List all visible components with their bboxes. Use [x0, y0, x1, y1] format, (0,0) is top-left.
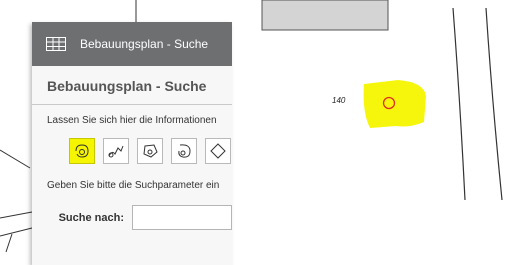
point-selection-button[interactable]: [69, 138, 95, 164]
search-row: Suche nach:: [47, 205, 232, 230]
table-grid-icon: [46, 37, 66, 51]
divider: [32, 104, 232, 105]
search-label: Suche nach:: [58, 211, 124, 224]
line-selection-icon: [108, 145, 124, 158]
selection-toolbar: [69, 138, 232, 164]
freehand-selection-button[interactable]: [171, 138, 197, 164]
search-input[interactable]: [132, 205, 232, 230]
polygon-selection-button[interactable]: [137, 138, 163, 164]
parcel-line: [0, 211, 33, 219]
polygon-selection-icon: [143, 144, 158, 158]
road-line: [485, 7, 503, 201]
panel-title: Bebauungsplan - Suche: [80, 37, 209, 51]
parcel-line: [0, 149, 31, 169]
panel-titlebar[interactable]: Bebauungsplan - Suche: [32, 22, 232, 66]
panel-heading: Bebauungsplan - Suche: [47, 78, 207, 94]
parcel-number-label: 140: [332, 96, 346, 105]
parcel-line: [0, 227, 33, 237]
circle-selection-icon: [210, 143, 226, 159]
circle-selection-button[interactable]: [205, 138, 231, 164]
line-selection-button[interactable]: [103, 138, 129, 164]
info-text: Lassen Sie sich hier die Informationen: [47, 115, 217, 126]
freehand-selection-icon: [178, 144, 191, 158]
point-selection-icon: [75, 144, 89, 158]
parcel-line: [5, 233, 13, 253]
search-parameter-text: Geben Sie bitte die Suchparameter ein: [47, 180, 220, 191]
building-outline: [261, 0, 389, 31]
road-line: [452, 7, 466, 201]
search-panel: Bebauungsplan - Suche Bebauungsplan - Su…: [32, 22, 232, 265]
